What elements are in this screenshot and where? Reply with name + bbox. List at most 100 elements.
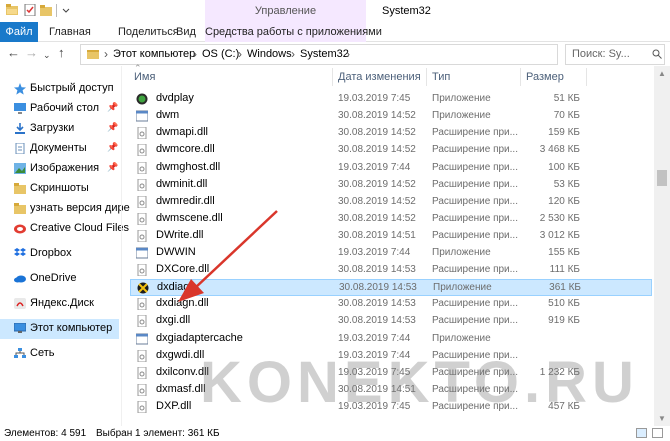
file-type: Расширение при... (432, 229, 518, 241)
file-row[interactable]: dwmghost.dll 19.03.2019 7:44 Расширение пр… (130, 160, 652, 177)
documents-icon (14, 142, 26, 155)
file-size: 100 КБ (548, 161, 580, 173)
watermark: KONEKTO.RU (200, 350, 639, 415)
column-divider[interactable] (332, 68, 333, 86)
scroll-down-icon[interactable]: ▼ (658, 414, 666, 423)
desktop-icon (14, 103, 26, 114)
pin-icon[interactable]: 📌 (107, 142, 118, 153)
tab-file[interactable]: Файл (0, 22, 38, 42)
column-header-type[interactable]: Тип (432, 71, 450, 83)
sidebar-item[interactable]: Загрузки 📌 (0, 119, 119, 139)
dll-file-icon (136, 143, 148, 157)
dropbox-icon (14, 248, 26, 259)
dll-file-icon (136, 161, 148, 174)
scrollbar-thumb[interactable] (657, 170, 667, 186)
details-view-icon[interactable] (636, 428, 647, 438)
dll-file-icon (136, 212, 148, 226)
vertical-scrollbar[interactable]: ▲ ▼ (654, 66, 670, 426)
forward-arrow-icon[interactable]: → (25, 46, 38, 60)
file-date: 19.03.2019 7:44 (338, 247, 411, 258)
sidebar-item[interactable]: Быстрый доступ (0, 79, 119, 99)
sidebar-item[interactable]: Этот компьютер (0, 319, 119, 339)
file-size: 120 КБ (548, 195, 580, 207)
up-arrow-icon[interactable]: ↑ (58, 46, 65, 60)
manage-context-label: Управление (205, 0, 366, 22)
file-row[interactable]: dwmapi.dll 30.08.2019 14:52 Расширение при… (130, 125, 652, 142)
sidebar-item[interactable]: Документы 📌 (0, 139, 119, 159)
column-divider[interactable] (586, 68, 587, 86)
sidebar-item[interactable]: OneDrive (0, 269, 119, 289)
tab-application-tools[interactable]: Средства работы с приложениями (205, 22, 382, 42)
file-name: dwm (156, 109, 180, 122)
sidebar-item[interactable]: Creative Cloud Files (0, 219, 129, 239)
sidebar-item[interactable]: Рабочий стол 📌 (0, 99, 119, 119)
sidebar-item[interactable]: Сеть (0, 344, 119, 364)
file-type: Расширение при... (432, 161, 518, 173)
file-size: 111 КБ (549, 264, 580, 276)
file-row[interactable]: DWWIN 19.03.2019 7:44 Приложение 155 КБ (130, 245, 652, 262)
file-row[interactable]: dxgiadaptercache 19.03.2019 7:44 Приложени… (130, 331, 652, 348)
breadcrumb-this-pc[interactable]: Этот компьютер (113, 48, 195, 60)
search-input[interactable]: Поиск: Sy... (565, 44, 665, 65)
file-row[interactable]: dwmcore.dll 30.08.2019 14:52 Расширение пр… (130, 142, 652, 159)
file-size: 361 КБ (549, 282, 581, 294)
sidebar-item[interactable]: Изображения 📌 (0, 159, 119, 179)
file-row[interactable]: dvdplay 19.03.2019 7:45 Приложение 51 КБ (130, 91, 652, 108)
pin-icon[interactable]: 📌 (107, 122, 118, 133)
column-divider[interactable] (520, 68, 521, 86)
sidebar-item[interactable]: Dropbox (0, 244, 119, 264)
chevron-down-icon[interactable] (62, 4, 70, 16)
column-header-date[interactable]: Дата изменения (338, 71, 421, 83)
file-row[interactable]: DXCore.dll 30.08.2019 14:53 Расширение при… (130, 262, 652, 279)
file-row[interactable]: dxdiagn.dll 30.08.2019 14:53 Расширение пр… (130, 296, 652, 313)
breadcrumb-windows[interactable]: Windows (247, 48, 292, 60)
sidebar-item-label: Рабочий стол (30, 102, 100, 114)
file-date: 30.08.2019 14:53 (338, 264, 416, 276)
file-size: 510 КБ (548, 298, 580, 310)
pin-icon[interactable]: 📌 (107, 102, 118, 113)
sidebar-item[interactable]: узнать версия дире (0, 199, 130, 219)
file-type: Расширение при... (432, 127, 518, 139)
file-row[interactable]: dxgi.dll 30.08.2019 14:53 Расширение при..… (130, 313, 652, 330)
sidebar-item-label: Документы (30, 142, 87, 154)
title-bar: Управление System32 (0, 0, 670, 22)
breadcrumb-os-drive[interactable]: OS (C:) (202, 48, 239, 60)
file-name: dvdplay (156, 92, 194, 105)
column-divider[interactable] (426, 68, 427, 86)
file-date: 30.08.2019 14:53 (339, 282, 417, 294)
tab-share[interactable]: Поделиться (118, 22, 179, 42)
breadcrumb-separator: › (346, 47, 350, 61)
recent-locations-icon[interactable]: ⌄ (43, 48, 51, 62)
tab-view[interactable]: Вид (176, 22, 196, 42)
column-headers: ⌃ Имя Дата изменения Тип Размер (122, 63, 654, 88)
address-bar[interactable]: › Этот компьютер › OS (C:) › Windows › S… (80, 44, 558, 65)
file-type: Приложение (432, 93, 491, 105)
folder-icon (14, 203, 26, 214)
window-title: System32 (382, 5, 431, 17)
sidebar-item[interactable]: Яндекс.Диск (0, 294, 119, 314)
scroll-up-icon[interactable]: ▲ (658, 69, 666, 78)
sidebar-item[interactable]: Скриншоты (0, 179, 119, 199)
file-date: 30.08.2019 14:52 (338, 212, 416, 224)
sidebar-item-label: Скриншоты (30, 182, 89, 194)
column-header-name[interactable]: Имя (134, 71, 155, 83)
back-arrow-icon[interactable]: ← (7, 46, 20, 60)
file-row[interactable]: dwminit.dll 30.08.2019 14:52 Расширение пр… (130, 177, 652, 194)
file-type: Расширение при... (432, 298, 518, 310)
sidebar-item-label: Этот компьютер (30, 322, 113, 334)
large-icons-view-icon[interactable] (652, 428, 663, 438)
pin-icon[interactable]: 📌 (107, 162, 118, 173)
search-icon[interactable] (652, 49, 662, 59)
breadcrumb-system32[interactable]: System32 (300, 48, 349, 60)
file-row[interactable]: dxdiag 30.08.2019 14:53 Приложение 361 КБ (130, 279, 652, 297)
properties-icon[interactable] (24, 4, 36, 16)
file-size: 53 КБ (553, 178, 580, 190)
dxdiag-file-icon (137, 282, 149, 294)
column-header-size[interactable]: Размер (526, 71, 564, 83)
file-row[interactable]: dwm 30.08.2019 14:52 Приложение 70 КБ (130, 108, 652, 125)
file-row[interactable]: dwmscene.dll 30.08.2019 14:52 Расширение п… (130, 211, 652, 228)
new-folder-icon[interactable] (40, 4, 52, 16)
file-row[interactable]: dwmredir.dll 30.08.2019 14:52 Расширение п… (130, 194, 652, 211)
tab-home[interactable]: Главная (49, 22, 91, 42)
file-row[interactable]: DWrite.dll 30.08.2019 14:51 Расширение при… (130, 228, 652, 245)
